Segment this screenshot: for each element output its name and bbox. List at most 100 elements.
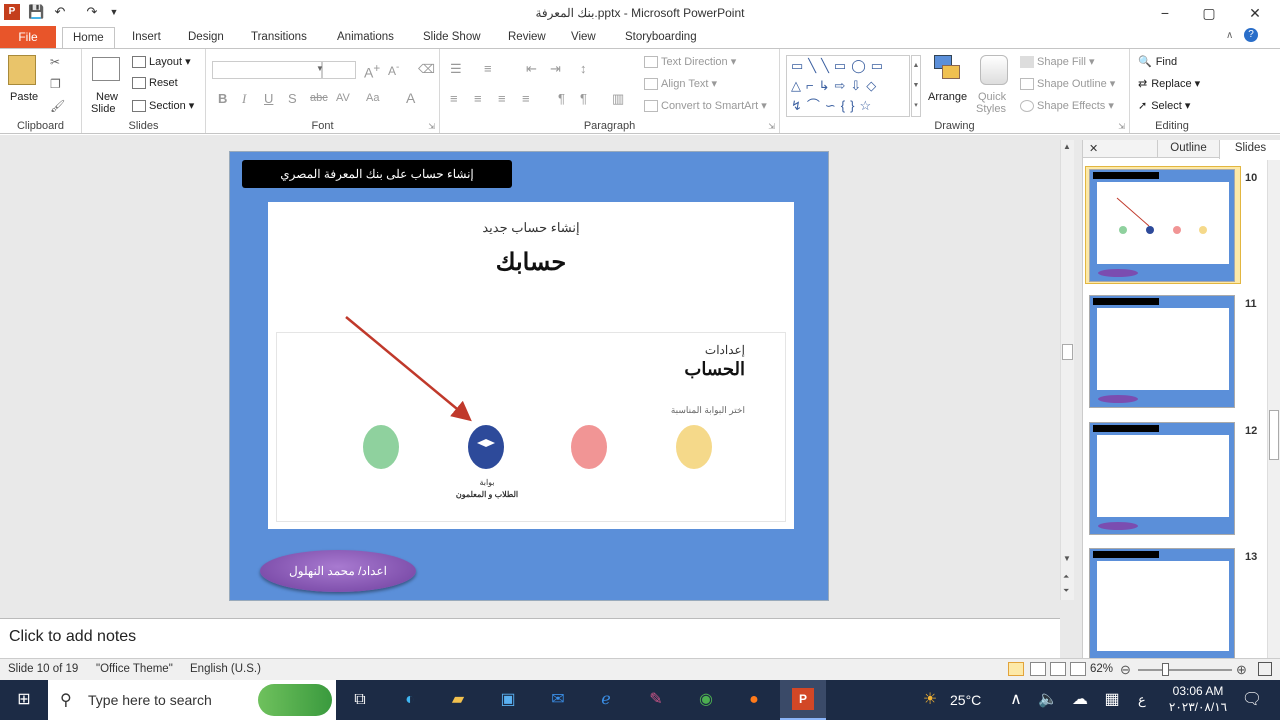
clear-formatting-icon[interactable]: ⌫ [418, 62, 435, 76]
shape-effects-button[interactable]: Shape Effects ▾ [1020, 99, 1114, 113]
format-painter-icon[interactable]: 🖌 [50, 99, 65, 113]
fit-to-window-icon[interactable] [1258, 662, 1272, 676]
slideshow-view-icon[interactable] [1070, 662, 1086, 676]
paste-button[interactable]: Paste [10, 91, 38, 103]
author-pill[interactable]: اعداد/ محمد النهلول [260, 550, 416, 592]
temperature[interactable]: 25°C [950, 692, 981, 708]
font-dialog-launcher-icon[interactable]: ⇲ [428, 122, 435, 131]
tab-transitions[interactable]: Transitions [247, 29, 311, 45]
slide-thumbnail[interactable] [1089, 295, 1235, 408]
tab-design[interactable]: Design [184, 29, 228, 45]
current-slide[interactable]: إنشاء حساب على بنك المعرفة المصري إنشاء … [229, 151, 829, 601]
volume-icon[interactable]: 🔈 [1036, 688, 1060, 712]
strikethrough-icon[interactable]: abc [310, 92, 328, 104]
tab-slides[interactable]: Slides [1219, 140, 1280, 159]
slide-thumbnail[interactable] [1089, 548, 1235, 661]
file-explorer-icon[interactable]: ▰ [446, 688, 470, 712]
shadow-icon[interactable]: S [288, 91, 297, 106]
align-right-icon[interactable]: ≡ [498, 91, 506, 106]
quick-styles-button-line2[interactable]: Styles [976, 103, 1006, 115]
store-icon[interactable]: ▣ [496, 688, 520, 712]
scroll-up-icon[interactable]: ▲ [1063, 142, 1071, 151]
paragraph-dialog-launcher-icon[interactable]: ⇲ [768, 122, 775, 131]
quick-styles-icon[interactable] [980, 55, 1008, 85]
font-size-combobox[interactable] [322, 61, 356, 79]
zoom-out-icon[interactable]: ⊖ [1120, 662, 1131, 678]
notes-pane[interactable]: Click to add notes [0, 618, 1060, 658]
underline-icon[interactable]: U [264, 91, 273, 106]
tab-file[interactable]: File [0, 26, 56, 48]
task-view-icon[interactable]: ⧉ [348, 688, 372, 712]
paint-icon[interactable]: ✎ [644, 688, 668, 712]
slide-thumbnail[interactable] [1089, 422, 1235, 535]
notifications-icon[interactable]: 🗨 [1240, 688, 1264, 712]
taskbar-search[interactable]: ⚲ Type here to search [48, 680, 336, 720]
windows-start-icon[interactable]: ⊞ [12, 688, 36, 712]
grow-font-icon[interactable]: A+ [364, 62, 380, 81]
restore-button[interactable]: ▢ [1194, 4, 1224, 22]
panel-scrollbar[interactable] [1267, 160, 1280, 658]
tab-view[interactable]: View [567, 29, 600, 45]
slide-title-box[interactable]: إنشاء حساب على بنك المعرفة المصري [242, 160, 512, 188]
text-direction-button[interactable]: Text Direction ▾ [644, 55, 736, 69]
screenshot-image[interactable]: إنشاء حساب جديد حسابك إعدادات الحساب اخت… [268, 202, 794, 529]
next-slide-icon[interactable]: ⏷ [1063, 586, 1069, 596]
language-indicator[interactable]: English (U.S.) [190, 663, 261, 675]
weather-icon[interactable]: ☀ [918, 688, 942, 712]
edge-icon[interactable]: ◐ [398, 688, 422, 712]
minimize-ribbon-icon[interactable]: ∧ [1226, 30, 1233, 41]
bullets-icon[interactable]: ☰ [450, 61, 462, 77]
select-button[interactable]: ➚ Select ▾ [1138, 99, 1190, 112]
tab-home[interactable]: Home [62, 27, 115, 49]
input-language[interactable]: ع [1138, 692, 1146, 708]
tray-chevron-icon[interactable]: ∧ [1004, 688, 1028, 712]
chrome-icon[interactable]: ◉ [694, 688, 718, 712]
tab-storyboarding[interactable]: Storyboarding [621, 29, 701, 45]
theme-name[interactable]: "Office Theme" [96, 663, 173, 675]
center-icon[interactable]: ≡ [474, 91, 482, 106]
scroll-thumb[interactable] [1062, 344, 1073, 360]
normal-view-icon[interactable] [1008, 662, 1024, 676]
powerpoint-taskbar-button[interactable]: P [780, 680, 826, 720]
arrange-icon[interactable] [932, 55, 964, 83]
editor-scrollbar[interactable]: ▲ ▼ ⏶ ⏷ [1060, 140, 1074, 600]
arrange-button[interactable]: Arrange [928, 91, 967, 103]
character-spacing-icon[interactable]: AV [336, 92, 350, 104]
align-left-icon[interactable]: ≡ [450, 91, 458, 106]
onedrive-icon[interactable]: ☁ [1068, 688, 1092, 712]
find-button[interactable]: 🔍 Find [1138, 55, 1177, 68]
change-case-icon[interactable]: Aa [366, 92, 379, 104]
tab-outline[interactable]: Outline [1157, 140, 1219, 158]
internet-explorer-icon[interactable]: ℯ [594, 688, 618, 712]
reset-button[interactable]: Reset [132, 77, 178, 90]
shapes-gallery[interactable]: ▭╲╲▭◯▭ △⌐↳⇨⇩◇ ↯⌒∽{}☆ [786, 55, 910, 117]
cut-icon[interactable]: ✂ [50, 55, 60, 69]
mail-icon[interactable]: ✉ [546, 688, 570, 712]
tab-animations[interactable]: Animations [333, 29, 398, 45]
drawing-dialog-launcher-icon[interactable]: ⇲ [1118, 122, 1125, 131]
layout-button[interactable]: Layout ▾ [132, 55, 191, 69]
numbering-icon[interactable]: ≡ [484, 61, 492, 76]
zoom-slider-thumb[interactable] [1162, 663, 1169, 676]
panel-close-icon[interactable]: ✕ [1089, 142, 1098, 155]
tab-slide-show[interactable]: Slide Show [419, 29, 485, 45]
zoom-in-icon[interactable]: ⊕ [1236, 662, 1247, 678]
scroll-down-icon[interactable]: ▼ [1063, 554, 1071, 563]
reading-view-icon[interactable] [1050, 662, 1066, 676]
quick-styles-button[interactable]: Quick [978, 91, 1006, 103]
new-slide-icon[interactable] [92, 57, 120, 81]
replace-button[interactable]: ⇄ Replace ▾ [1138, 77, 1200, 90]
bold-icon[interactable]: B [218, 91, 227, 106]
increase-indent-icon[interactable]: ⇥ [550, 61, 561, 77]
previous-slide-icon[interactable]: ⏶ [1063, 572, 1069, 582]
copy-icon[interactable]: ❐ [50, 77, 61, 91]
decrease-indent-icon[interactable]: ⇤ [526, 61, 537, 77]
tab-insert[interactable]: Insert [128, 29, 165, 45]
font-name-combobox[interactable] [212, 61, 322, 79]
shapes-gallery-scroll[interactable]: ▲ ▼ ▾ [911, 55, 921, 117]
convert-smartart-button[interactable]: Convert to SmartArt ▾ [644, 99, 767, 113]
shrink-font-icon[interactable]: A- [388, 62, 399, 78]
minimize-button[interactable]: − [1150, 4, 1180, 22]
close-button[interactable]: ✕ [1240, 4, 1270, 22]
ltr-icon[interactable]: ¶ [558, 91, 565, 106]
